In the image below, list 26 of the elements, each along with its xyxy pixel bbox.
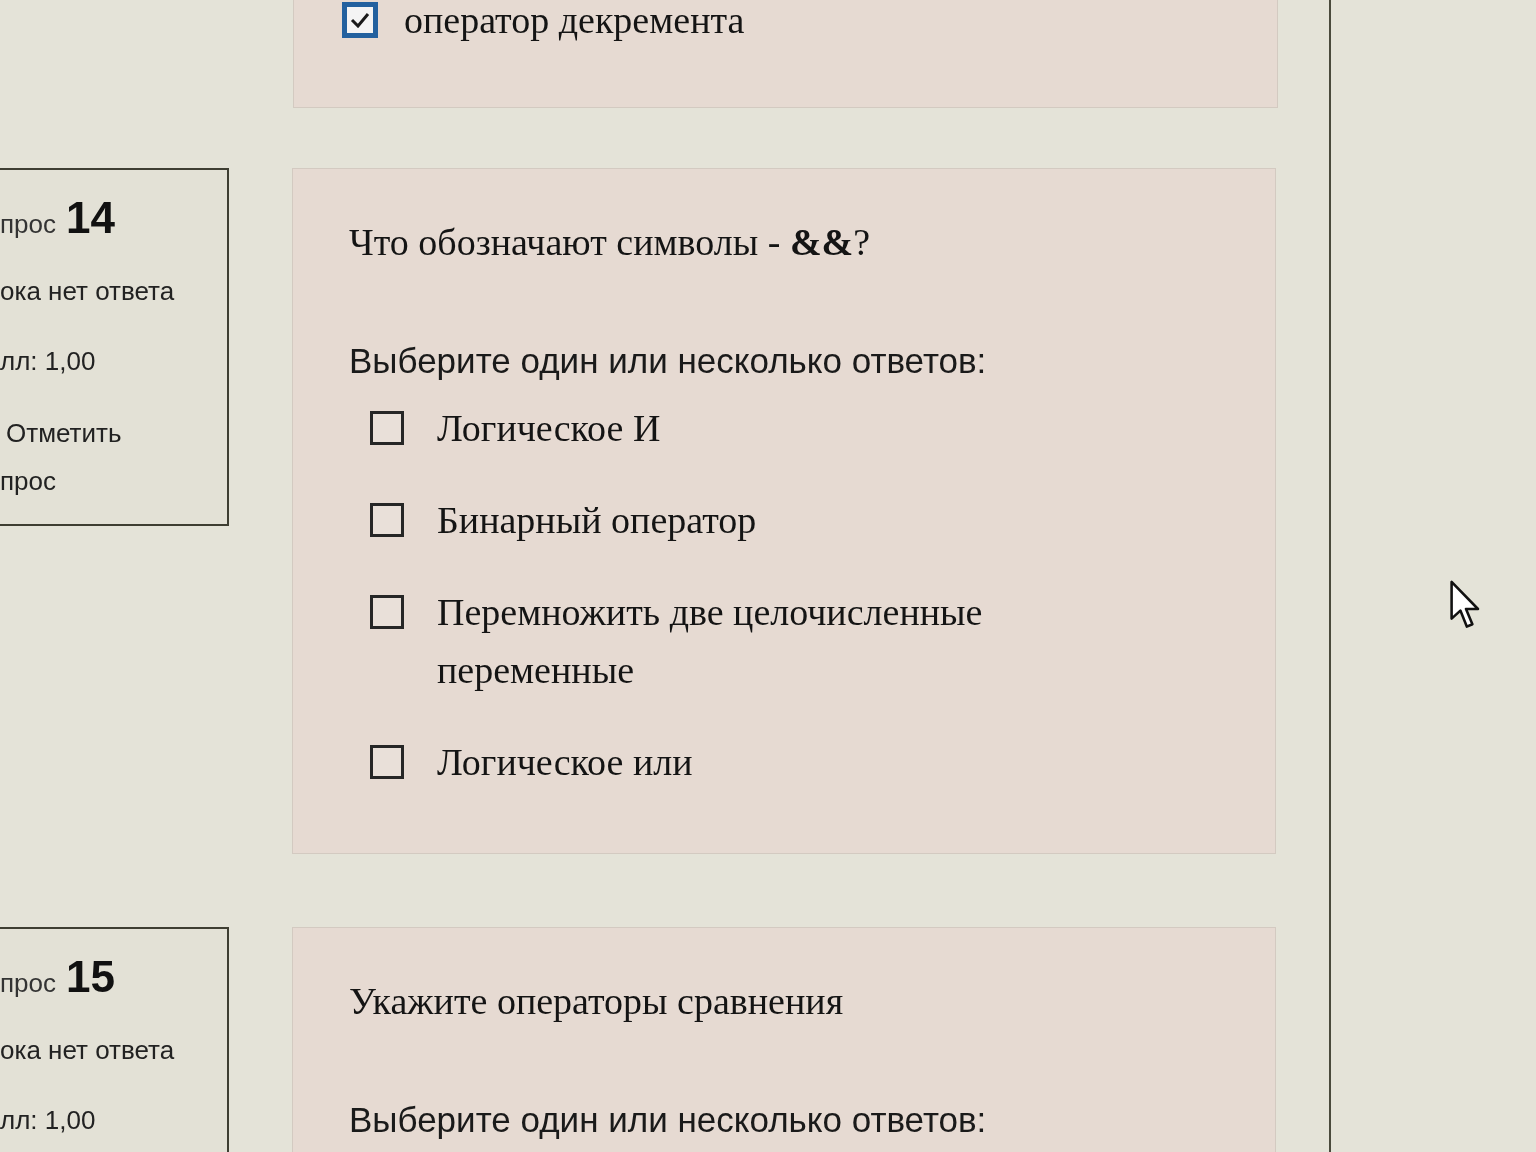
option-label: оператор декремента xyxy=(404,0,745,40)
question-number-label: прос xyxy=(0,968,56,998)
option-label: Бинарный оператор xyxy=(437,498,757,543)
question-mark: лл: 1,00 xyxy=(0,346,97,376)
checkbox[interactable] xyxy=(342,2,378,38)
option-label: Логическое И xyxy=(437,406,661,451)
checkbox[interactable] xyxy=(370,503,404,537)
question-status: ока нет ответа xyxy=(0,1035,176,1065)
answer-prompt: Выберите один или несколько ответов: xyxy=(349,340,988,382)
answer-prompt: Выберите один или несколько ответов: xyxy=(349,1099,988,1141)
question-text: Что обозначают символы - &&? xyxy=(349,220,872,265)
option-label: Логическое или xyxy=(437,740,693,785)
cursor-icon xyxy=(1450,580,1482,630)
checkmark-icon xyxy=(350,12,370,28)
question-mark: лл: 1,00 xyxy=(0,1105,97,1135)
flag-question-link[interactable]: прос xyxy=(0,466,56,496)
flag-question-link[interactable]: Отметить xyxy=(6,418,122,448)
question-status: ока нет ответа xyxy=(0,276,176,306)
question-number: 15 xyxy=(66,955,115,999)
checkbox[interactable] xyxy=(370,745,404,779)
checkbox[interactable] xyxy=(370,411,404,445)
question-number-label: прос xyxy=(0,209,56,239)
question-number: 14 xyxy=(66,196,115,240)
option-label: Перемножить две целочисленные переменные xyxy=(437,590,984,693)
question-text: Укажите операторы сравнения xyxy=(349,979,845,1024)
checkbox[interactable] xyxy=(370,595,404,629)
